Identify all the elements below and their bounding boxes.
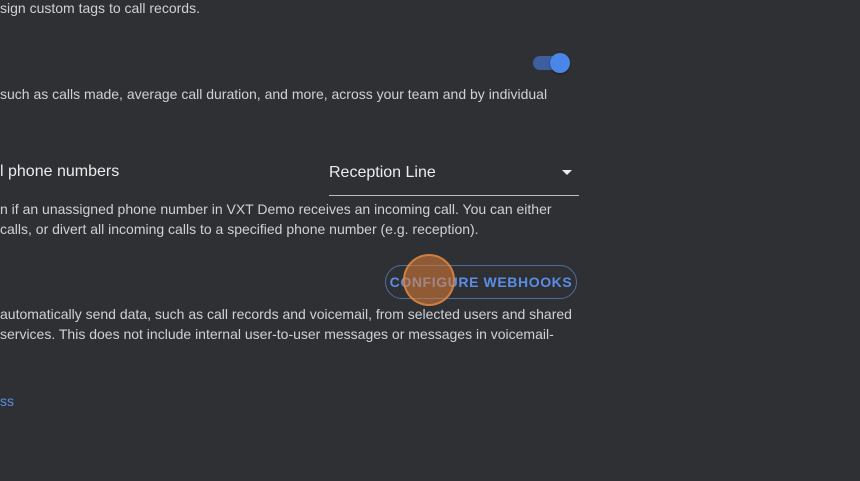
tags-description: sign custom tags to call records. [0,0,200,16]
phone-numbers-title: l phone numbers [0,163,120,180]
webhooks-description-line1: automatically send data, such as call re… [0,306,572,322]
toggle-thumb [550,53,570,73]
phone-numbers-description-line2: calls, or divert all incoming calls to a… [0,221,479,237]
phone-numbers-description-line1: n if an unassigned phone number in VXT D… [0,201,552,217]
chevron-down-icon [562,170,572,175]
webhooks-description-line2: services. This does not include internal… [0,326,554,342]
routing-select[interactable]: Reception Line [329,158,579,196]
analytics-description: such as calls made, average call duratio… [0,86,548,102]
footer-link[interactable]: ss [0,391,14,411]
routing-select-value: Reception Line [329,164,436,181]
analytics-toggle[interactable] [532,51,572,75]
settings-panel: sign custom tags to call records. such a… [0,0,860,481]
configure-webhooks-button[interactable]: CONFIGURE WEBHOOKS [385,265,577,299]
